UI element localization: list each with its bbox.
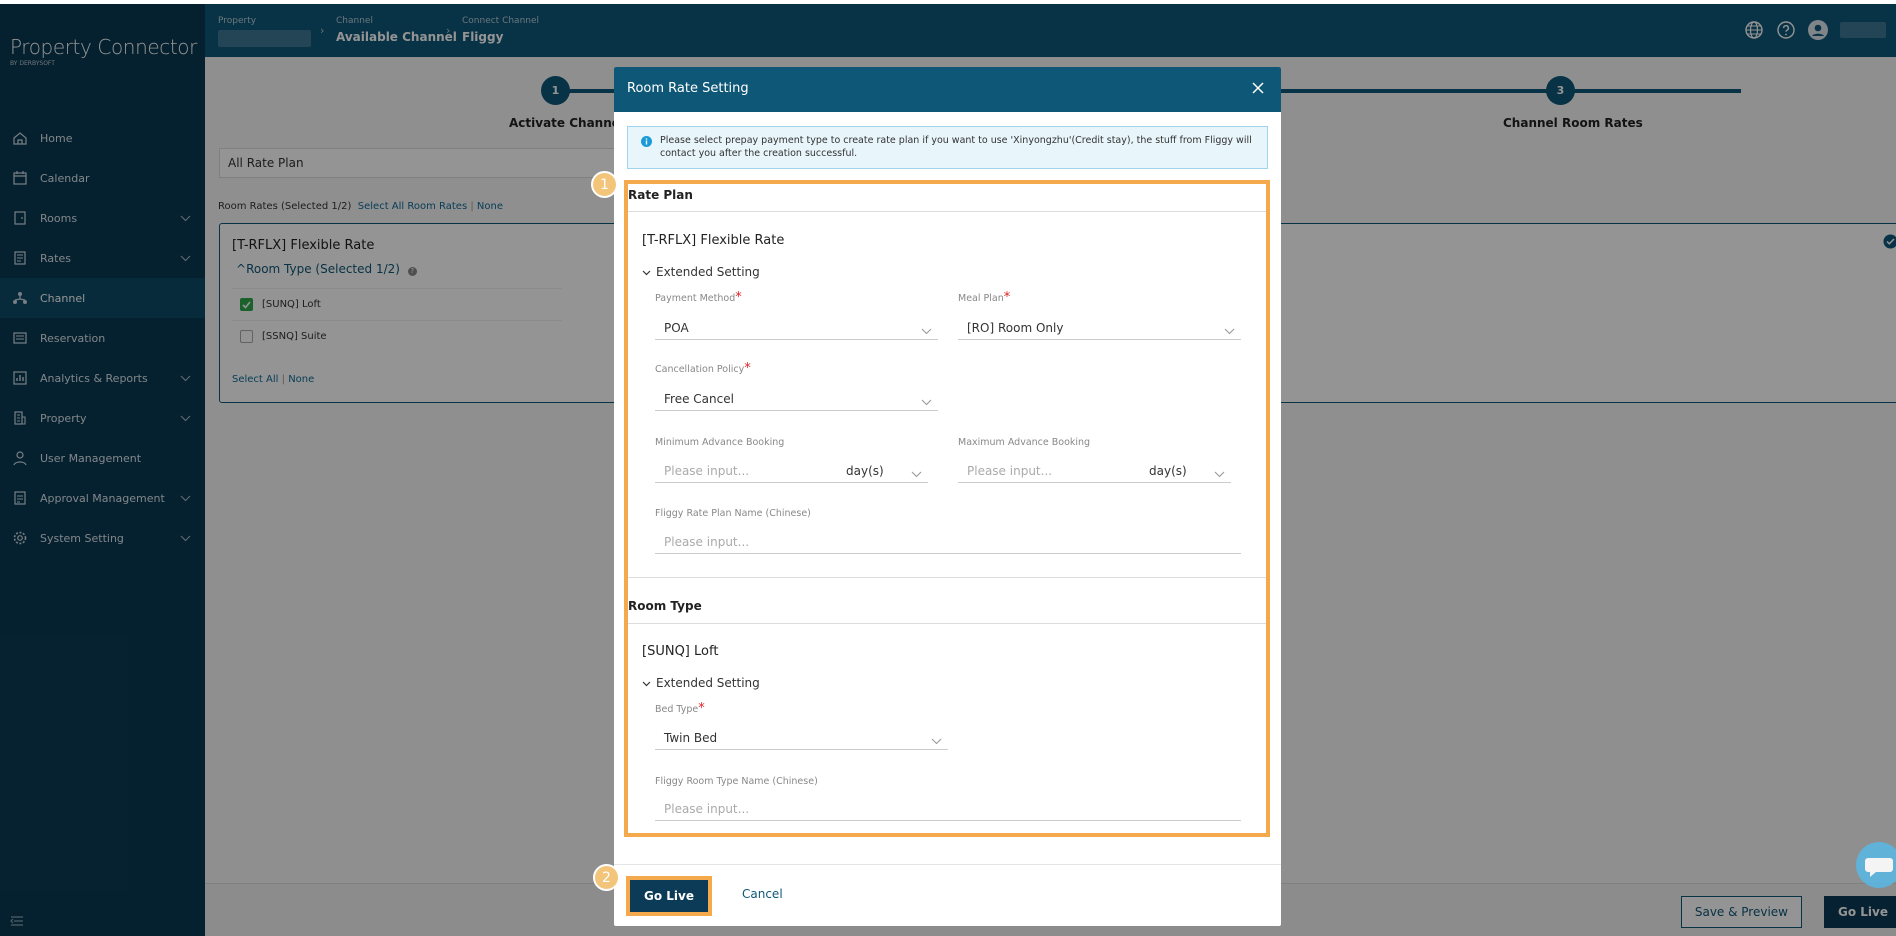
close-icon[interactable] <box>1249 79 1267 97</box>
meal-plan-value: [RO] Room Only <box>967 321 1064 335</box>
payment-method-label: Payment Method* <box>655 290 742 305</box>
cancellation-policy-select[interactable]: Free Cancel <box>655 389 938 411</box>
max-advance-unit[interactable]: day(s) <box>1149 464 1187 478</box>
chevron-down-icon <box>1224 324 1235 338</box>
cancellation-policy-label: Cancellation Policy* <box>655 361 751 376</box>
room-type-section-title: Room Type <box>628 599 702 613</box>
payment-method-select[interactable]: POA <box>655 318 938 340</box>
info-alert: Please select prepay payment type to cre… <box>627 126 1268 169</box>
fliggy-room-type-name-input[interactable]: Please input... <box>655 799 1241 821</box>
go-live-button[interactable]: Go Live <box>630 880 708 912</box>
chevron-down-icon <box>931 734 942 748</box>
rate-plan-name: [T-RFLX] Flexible Rate <box>642 233 785 248</box>
cancellation-policy-value: Free Cancel <box>664 392 734 406</box>
chat-bubble-icon[interactable] <box>1856 842 1896 888</box>
fliggy-rate-plan-name-label: Fliggy Rate Plan Name (Chinese) <box>655 508 811 519</box>
extended-setting-label: Extended Setting <box>656 676 760 690</box>
step-badge-1: 1 <box>591 171 618 198</box>
meal-plan-select[interactable]: [RO] Room Only <box>958 318 1241 340</box>
room-rate-setting-modal: Room Rate Setting Please select prepay p… <box>614 67 1281 926</box>
extended-setting-label: Extended Setting <box>656 265 760 279</box>
modal-header: Room Rate Setting <box>614 67 1281 112</box>
chevron-down-icon <box>921 324 932 338</box>
highlight-box-2: Go Live <box>626 876 712 916</box>
min-advance-unit[interactable]: day(s) <box>846 464 884 478</box>
bed-type-label: Bed Type* <box>655 701 705 716</box>
divider <box>628 211 1266 212</box>
modal-footer-divider <box>614 864 1281 865</box>
meal-plan-label: Meal Plan* <box>958 290 1011 305</box>
step-badge-2: 2 <box>593 864 620 891</box>
extended-setting-toggle[interactable]: Extended Setting <box>642 676 760 690</box>
room-type-name: [SUNQ] Loft <box>642 644 719 659</box>
bed-type-value: Twin Bed <box>664 731 718 745</box>
min-advance-placeholder: Please input... <box>664 464 750 478</box>
modal-title: Room Rate Setting <box>627 81 749 96</box>
max-advance-booking-input[interactable]: Please input... day(s) <box>958 461 1231 483</box>
info-text: Please select prepay payment type to cre… <box>660 135 1252 159</box>
rate-plan-section-title: Rate Plan <box>628 188 693 202</box>
max-advance-booking-label: Maximum Advance Booking <box>958 437 1091 448</box>
chevron-down-icon <box>642 265 651 279</box>
min-advance-booking-input[interactable]: Please input... day(s) <box>655 461 928 483</box>
chevron-down-icon <box>642 676 651 690</box>
fliggy-room-type-name-label: Fliggy Room Type Name (Chinese) <box>655 776 818 787</box>
divider <box>628 623 1266 624</box>
chevron-down-icon <box>921 395 932 409</box>
cancel-button[interactable]: Cancel <box>742 887 783 901</box>
payment-method-value: POA <box>664 321 689 335</box>
chevron-down-icon <box>911 467 922 481</box>
divider <box>628 577 1266 578</box>
top-edge <box>0 0 1896 4</box>
fliggy-rate-plan-name-input[interactable]: Please input... <box>655 532 1241 554</box>
chevron-down-icon <box>1214 467 1225 481</box>
max-advance-placeholder: Please input... <box>967 464 1053 478</box>
min-advance-booking-label: Minimum Advance Booking <box>655 437 785 448</box>
info-icon <box>641 136 652 151</box>
extended-setting-toggle[interactable]: Extended Setting <box>642 265 760 279</box>
bed-type-select[interactable]: Twin Bed <box>655 728 948 750</box>
